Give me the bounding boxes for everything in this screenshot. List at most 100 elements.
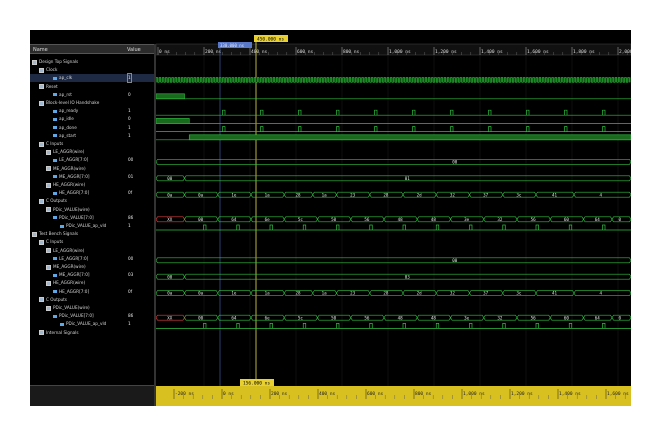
bus-value-label: 28 [383, 291, 389, 296]
group-row[interactable]: PDic_VALUE(wire) [30, 304, 154, 312]
group-row[interactable]: ME_AGGR(wire) [30, 165, 154, 173]
signal-pulse [535, 323, 539, 329]
group-row[interactable]: LE_AGGR(wire) [30, 247, 154, 255]
signal-row[interactable]: PDic_VALUE_ap_vld 1 [30, 320, 154, 328]
signal-name: C Inputs [39, 238, 63, 246]
signal-row[interactable]: ap_clk 1 [30, 73, 154, 84]
group-row[interactable]: C Inputs [30, 140, 154, 148]
signal-label: ap_ready [59, 108, 79, 114]
signal-label: Test Bench Signals [39, 231, 79, 237]
group-row[interactable]: HE_AGGR(wire) [30, 279, 154, 287]
ruler-tick-label: 1,800 ns [573, 49, 595, 55]
signal-pulse [602, 109, 606, 116]
signal-row[interactable]: PDic_VALUE[7:0] 86 [30, 312, 154, 320]
signal-label: C Outputs [46, 296, 67, 302]
group-folder-icon [39, 330, 44, 336]
signal-pulse [602, 224, 606, 230]
signal-name: ME_AGGR[7:0] [53, 271, 90, 279]
bus-value-label: 37 [483, 291, 489, 296]
signal-pulse [222, 109, 226, 116]
signal-icon [53, 290, 57, 294]
signal-label: ME_AGGR[7:0] [59, 272, 90, 278]
signal-name: Clock [39, 66, 57, 74]
bus-value-label: 32 [450, 291, 456, 296]
bus-value-label: 28 [383, 192, 389, 197]
name-column-header[interactable]: Name [30, 44, 124, 54]
signal-row[interactable]: PDic_VALUE_ap_vld 1 [30, 222, 154, 230]
signal-label: ap_clk [59, 75, 73, 81]
bus-value-label: 56 [531, 315, 537, 320]
bus-value-label: 23 [350, 192, 356, 197]
ruler-tick-label: 600 ns [367, 391, 384, 397]
signal-pulse [336, 109, 340, 116]
signal-row[interactable]: ME_AGGR[7:0] 01 [30, 173, 154, 181]
signal-pulse [374, 126, 378, 132]
ruler-tick-label: 0 ns [223, 391, 234, 397]
signal-label: PDic_VALUE_ap_vld [66, 223, 107, 228]
signal-label: LE_AGGR[7:0] [59, 255, 89, 261]
signal-row[interactable]: ap_done 1 [30, 124, 154, 132]
signal-name: C Outputs [39, 296, 67, 304]
signal-row[interactable]: ap_start 1 [30, 132, 154, 140]
name-header-label: Name [33, 47, 48, 53]
group-row[interactable]: Clock [30, 66, 154, 74]
group-row[interactable]: HE_AGGR(wire) [30, 181, 154, 189]
signal-pulse [564, 126, 568, 132]
signal-row[interactable]: ME_AGGR[7:0] 03 [30, 271, 154, 279]
signal-label: HE_AGGR(wire) [53, 280, 86, 286]
bus-value-label: 6e [265, 315, 271, 320]
waveform-viewer: Name Value Design Top Signals Clock ap_clk… [30, 30, 631, 406]
group-row[interactable]: LE_AGGR(wire) [30, 148, 154, 156]
signal-icon [53, 175, 57, 179]
ruler-tick-label: 1,200 ns [435, 49, 457, 55]
signal-name: ap_ready [53, 107, 78, 115]
group-row[interactable]: ME_AGGR(wire) [30, 263, 154, 271]
group-row[interactable]: Block-level IO Handshake [30, 99, 154, 107]
value-column-header[interactable]: Value [124, 44, 154, 54]
group-row[interactable]: C Inputs [30, 238, 154, 246]
ruler-tick-label: -200 ns [175, 391, 194, 397]
signal-label: C Outputs [46, 198, 67, 204]
bus-value-label: 1a [322, 291, 328, 296]
signal-pulse [260, 126, 264, 132]
signal-label: HE_AGGR[7:0] [59, 288, 90, 294]
signal-name: LE_AGGR(wire) [46, 148, 84, 156]
bus-value-label: 56 [364, 217, 370, 222]
signal-row[interactable]: ap_rst 0 [30, 91, 154, 99]
signal-name: PDic_VALUE_ap_vld [60, 222, 106, 230]
group-folder-icon [32, 231, 37, 237]
signal-value: 86 [128, 313, 134, 319]
group-row[interactable]: Reset [30, 83, 154, 91]
signal-row[interactable]: LE_AGGR[7:0] 00 [30, 255, 154, 263]
signal-pulse [526, 109, 530, 116]
signal-pulse [488, 126, 492, 132]
signal-name: Test Bench Signals [32, 230, 78, 238]
signal-row[interactable]: ap_idle 0 [30, 115, 154, 123]
bus-value-label: 03 [405, 274, 411, 279]
bus-value-label: 32 [497, 217, 503, 222]
group-row[interactable]: Internal Signals [30, 329, 154, 337]
signal-name: PDic_VALUE(wire) [46, 206, 90, 214]
bus-value-label: 1e [231, 192, 237, 197]
signal-pulse [298, 126, 302, 132]
signal-row[interactable]: HE_AGGR[7:0] 0f [30, 189, 154, 197]
group-row[interactable]: Design Top Signals [30, 58, 154, 66]
group-row[interactable]: Test Bench Signals [30, 230, 154, 238]
group-row[interactable]: PDic_VALUE(wire) [30, 206, 154, 214]
signal-pulse [502, 224, 506, 230]
signal-row[interactable]: ap_ready 1 [30, 107, 154, 115]
waveform-pane[interactable]: 0 ns 200 ns 400 ns 600 ns 800 ns 1,000 ns 1,20… [156, 33, 631, 406]
signal-name: ap_clk [53, 74, 72, 82]
signal-label: ME_AGGR(wire) [53, 165, 86, 171]
ruler-tick-label: 200 ns [271, 391, 288, 397]
signal-pulse [602, 323, 606, 329]
signal-row[interactable]: HE_AGGR[7:0] 0f [30, 288, 154, 296]
group-row[interactable]: C Outputs [30, 296, 154, 304]
group-row[interactable]: C Outputs [30, 197, 154, 205]
ruler-tick-label: 1,400 ns [559, 391, 581, 397]
signal-row[interactable]: LE_AGGR[7:0] 00 [30, 156, 154, 164]
bus-segment [573, 191, 631, 198]
signal-row[interactable]: PDic_VALUE[7:0] 86 [30, 214, 154, 222]
ruler-tick-label: 1,600 ns [607, 391, 629, 397]
signal-name: HE_AGGR[7:0] [53, 189, 89, 197]
